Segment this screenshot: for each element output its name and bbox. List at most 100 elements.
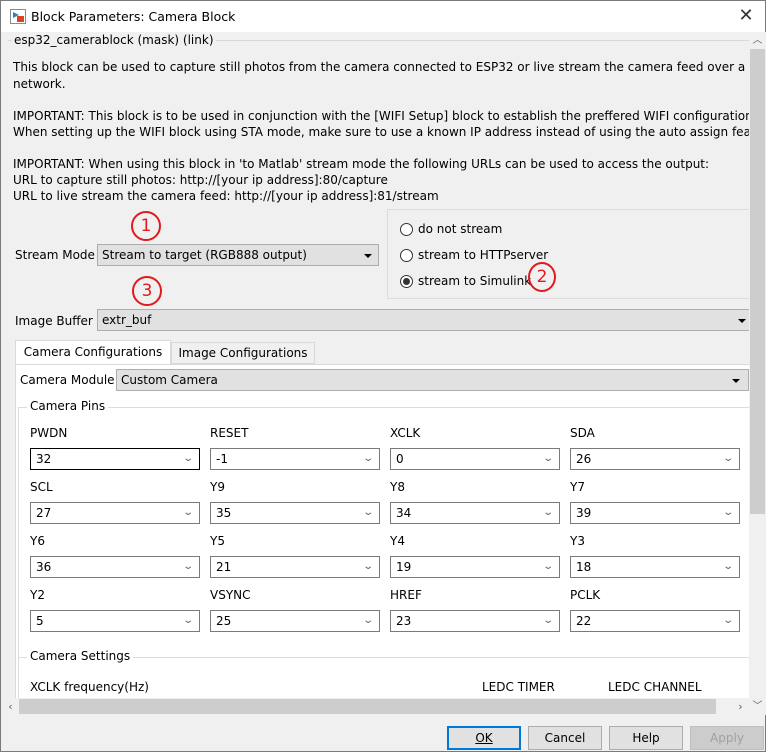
pin-label-sda: SDA (570, 426, 595, 440)
radio-stream-to-simulink[interactable] (400, 275, 413, 288)
radio-label: stream to Simulink (418, 274, 532, 288)
description-line: URL to live stream the camera feed: http… (13, 189, 439, 203)
pin-combo-reset[interactable]: -1 ⌄ (210, 448, 380, 470)
radio-stream-to-httpserver[interactable] (400, 249, 413, 262)
tab-camera-configurations[interactable]: Camera Configurations (15, 340, 171, 364)
pin-label-scl: SCL (30, 480, 53, 494)
camera-pins-group: Camera Pins PWDN 32 ⌄ RESET -1 ⌄ XCLK 0 ⌄ SDA 26 ⌄ S… (18, 399, 749, 667)
annotation-marker: 1 (131, 211, 161, 241)
camera-settings-legend: Camera Settings (27, 649, 134, 663)
chevron-down-icon: ⌄ (181, 615, 194, 626)
pin-value: 34 (396, 506, 412, 520)
camera-module-dropdown[interactable]: Custom Camera (116, 369, 749, 391)
vertical-scroll-thumb[interactable] (750, 49, 765, 514)
pin-label-pclk: PCLK (570, 588, 601, 602)
help-button[interactable]: Help (609, 726, 683, 750)
pin-value: 25 (216, 614, 232, 628)
camera-module-label: Camera Module (20, 373, 115, 387)
pin-value: 26 (576, 452, 592, 466)
camera-module-value: Custom Camera (121, 373, 218, 387)
ledc-channel-label: LEDC CHANNEL (608, 680, 702, 694)
pin-label-pwdn: PWDN (30, 426, 68, 440)
radio-do-not-stream[interactable] (400, 223, 413, 236)
stream-mode-value: Stream to target (RGB888 output) (102, 248, 307, 262)
ok-label: OK (475, 731, 493, 745)
pin-label-xclk: XCLK (390, 426, 421, 440)
scroll-down-icon[interactable]: ﹀ (749, 698, 766, 715)
chevron-down-icon: ⌄ (541, 615, 554, 626)
pin-combo-pwdn[interactable]: 32 ⌄ (30, 448, 200, 470)
chevron-down-icon: ⌄ (361, 453, 374, 464)
pin-combo-xclk[interactable]: 0 ⌄ (390, 448, 560, 470)
dropdown-arrow-icon (738, 319, 746, 323)
pin-combo-y3[interactable]: 18 ⌄ (570, 556, 740, 578)
pin-value: 35 (216, 506, 232, 520)
pin-combo-y8[interactable]: 34 ⌄ (390, 502, 560, 524)
camera-pins-legend: Camera Pins (27, 399, 109, 413)
pin-combo-y5[interactable]: 21 ⌄ (210, 556, 380, 578)
chevron-down-icon: ⌄ (541, 453, 554, 464)
chevron-down-icon: ⌄ (541, 561, 554, 572)
pin-combo-pclk[interactable]: 22 ⌄ (570, 610, 740, 632)
pin-value: 5 (36, 614, 44, 628)
radio-label: stream to HTTPserver (418, 248, 549, 262)
image-buffer-value: extr_buf (102, 313, 152, 327)
chevron-down-icon: ⌄ (181, 507, 194, 518)
annotation-marker: 2 (528, 262, 556, 292)
scroll-right-icon[interactable]: › (732, 698, 749, 715)
pin-combo-scl[interactable]: 27 ⌄ (30, 502, 200, 524)
description-line: This block can be used to capture still … (13, 60, 749, 74)
chevron-down-icon: ⌄ (721, 453, 734, 464)
scroll-up-icon[interactable]: ︿ (749, 32, 766, 49)
description-line: When setting up the WIFI block using STA… (13, 125, 749, 139)
chevron-down-icon: ⌄ (721, 507, 734, 518)
chevron-down-icon: ⌄ (181, 561, 194, 572)
stream-options-group: do not stream stream to HTTPserver strea… (387, 209, 749, 299)
pin-value: 18 (576, 560, 592, 574)
window-title: Block Parameters: Camera Block (31, 9, 236, 24)
ledc-timer-label: LEDC TIMER (482, 680, 555, 694)
pin-combo-y2[interactable]: 5 ⌄ (30, 610, 200, 632)
pin-value: 23 (396, 614, 412, 628)
pin-label-reset: RESET (210, 426, 249, 440)
pin-value: 19 (396, 560, 412, 574)
ok-button[interactable]: OK (447, 726, 521, 750)
pin-combo-sda[interactable]: 26 ⌄ (570, 448, 740, 470)
pin-combo-y7[interactable]: 39 ⌄ (570, 502, 740, 524)
pin-value: 39 (576, 506, 592, 520)
description-line: IMPORTANT: When using this block in 'to … (13, 157, 710, 171)
scroll-left-icon[interactable]: ‹ (2, 698, 19, 715)
pin-value: -1 (216, 452, 228, 466)
pin-label-y5: Y5 (210, 534, 225, 548)
simulink-block-icon (10, 9, 26, 24)
description-line: IMPORTANT: This block is to be used in c… (13, 109, 749, 123)
pin-value: 36 (36, 560, 52, 574)
pin-label-y4: Y4 (390, 534, 405, 548)
horizontal-scroll-thumb[interactable] (19, 699, 716, 714)
cancel-button[interactable]: Cancel (528, 726, 602, 750)
chevron-down-icon: ⌄ (361, 507, 374, 518)
pin-combo-y6[interactable]: 36 ⌄ (30, 556, 200, 578)
pin-label-y9: Y9 (210, 480, 225, 494)
apply-button[interactable]: Apply (690, 726, 764, 750)
apply-label: Apply (710, 731, 744, 745)
pin-value: 21 (216, 560, 232, 574)
image-buffer-dropdown[interactable]: extr_buf (97, 309, 749, 331)
stream-mode-dropdown[interactable]: Stream to target (RGB888 output) (97, 244, 379, 266)
dialog-window: Block Parameters: Camera Block ✕ esp32_c… (0, 0, 766, 752)
dropdown-arrow-icon (732, 379, 740, 383)
vertical-scrollbar[interactable]: ︿ ﹀ (749, 32, 766, 715)
close-icon[interactable]: ✕ (735, 5, 757, 27)
pin-combo-y4[interactable]: 19 ⌄ (390, 556, 560, 578)
camera-configurations-panel: Camera Module Custom Camera Camera Pins … (15, 364, 749, 715)
dropdown-arrow-icon (364, 254, 372, 258)
tab-image-configurations[interactable]: Image Configurations (171, 342, 315, 364)
pin-combo-vsync[interactable]: 25 ⌄ (210, 610, 380, 632)
pin-combo-href[interactable]: 23 ⌄ (390, 610, 560, 632)
pin-combo-y9[interactable]: 35 ⌄ (210, 502, 380, 524)
horizontal-scrollbar[interactable]: ‹ › (2, 698, 749, 715)
dialog-content: esp32_camerablock (mask) (link) This blo… (2, 32, 749, 715)
pin-label-y7: Y7 (570, 480, 585, 494)
xclk-frequency-label: XCLK frequency(Hz) (30, 680, 149, 694)
chevron-down-icon: ⌄ (361, 615, 374, 626)
